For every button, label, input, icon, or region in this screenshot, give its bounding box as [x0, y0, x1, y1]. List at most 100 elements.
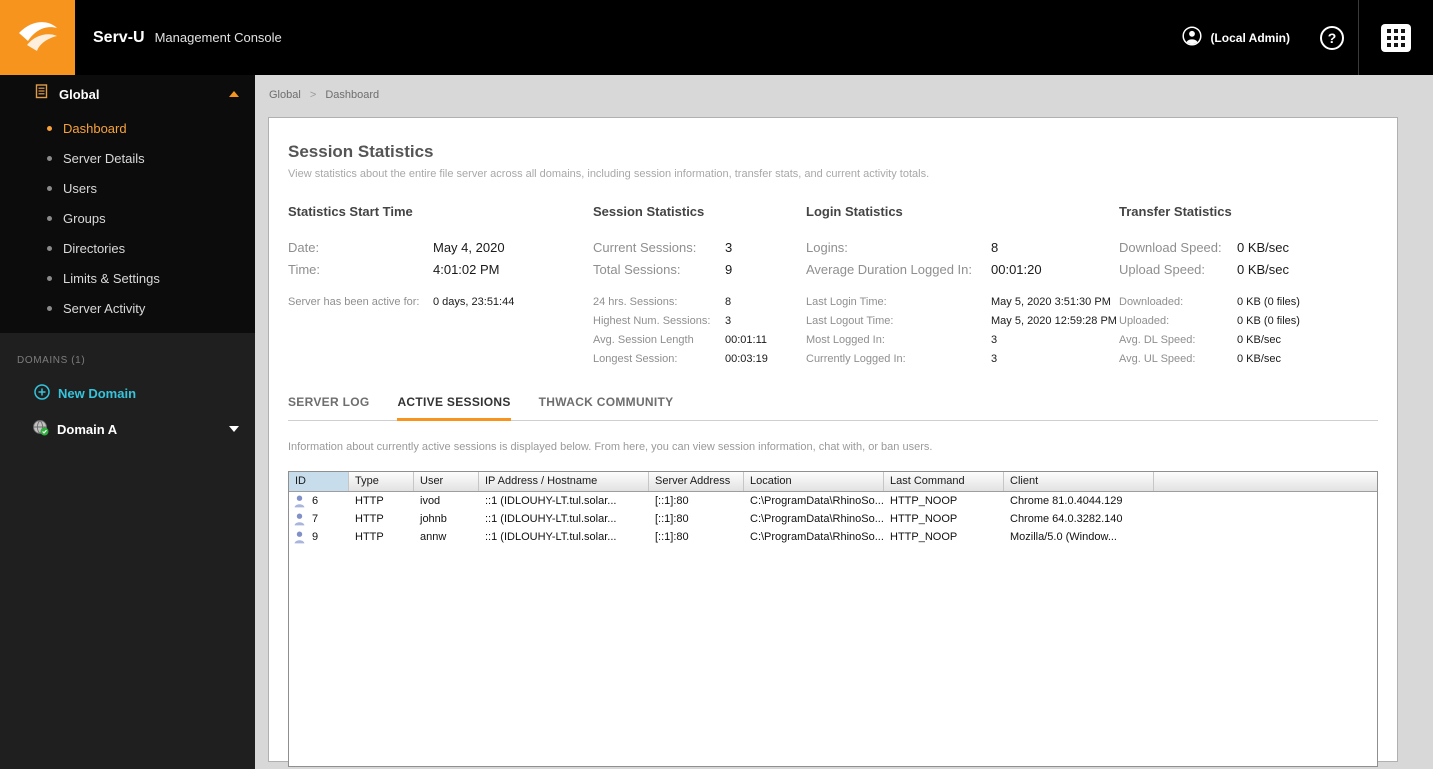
app-subtitle: Management Console [154, 29, 282, 45]
table-row[interactable]: 9 HTTP annw ::1 (IDLOUHY-LT.tul.solar...… [289, 528, 1377, 546]
sidebar-item[interactable]: Server Details [0, 143, 255, 173]
table-row[interactable]: 6 HTTP ivod ::1 (IDLOUHY-LT.tul.solar...… [289, 492, 1377, 510]
stat-label: Date: [288, 240, 320, 255]
stat-row: Download Speed: 0 KB/sec [1119, 237, 1378, 259]
new-domain-button[interactable]: New Domain [0, 376, 255, 410]
stat-label: Upload Speed: [1119, 262, 1206, 277]
stat-label: Avg. DL Speed: [1119, 334, 1196, 346]
tab[interactable]: ACTIVE SESSIONS [397, 395, 511, 421]
page-title: Session Statistics [288, 142, 434, 161]
tab[interactable]: THWACK COMMUNITY [539, 395, 674, 421]
cell-ip-hostname: ::1 (IDLOUHY-LT.tul.solar... [485, 513, 617, 525]
page-description: View statistics about the entire file se… [288, 168, 930, 180]
stat-row: Current Sessions: 3 [593, 237, 806, 259]
stat-value: 0 days, 23:51:44 [433, 296, 515, 308]
tab-bar: SERVER LOG ACTIVE SESSIONS THWACK COMMUN… [288, 395, 1378, 421]
user-icon [294, 495, 305, 508]
stat-label: Server has been active for: [288, 296, 420, 308]
table-header-cell[interactable]: ID [289, 472, 349, 491]
stat-label: Total Sessions: [593, 262, 681, 277]
stat-value: 0 KB (0 files) [1237, 296, 1300, 308]
table-header-row: ID Type User IP Address / Hostname Serve… [289, 472, 1377, 492]
stat-label: Last Logout Time: [806, 315, 894, 327]
app-name: Serv-U [93, 28, 145, 46]
cell-ip-hostname: ::1 (IDLOUHY-LT.tul.solar... [485, 531, 617, 543]
solarwinds-logo[interactable] [0, 0, 75, 75]
bullet-icon [47, 155, 52, 161]
sidebar-item[interactable]: Directories [0, 233, 255, 263]
user-label: (Local Admin) [1210, 30, 1290, 45]
sidebar-item[interactable]: Groups [0, 203, 255, 233]
column-label: Location [750, 475, 792, 487]
cell-server-address: [::1]:80 [655, 531, 689, 543]
breadcrumb: Global > Dashboard [255, 75, 1433, 115]
sidebar-item[interactable]: Limits & Settings [0, 263, 255, 293]
table-header-cell[interactable]: Last Command [884, 472, 1004, 491]
bullet-icon [47, 245, 52, 251]
table-header-cell[interactable]: IP Address / Hostname [479, 472, 649, 491]
stat-row: Server has been active for: 0 days, 23:5… [288, 293, 593, 312]
stat-value: 3 [725, 240, 733, 255]
column-label: ID [295, 475, 306, 487]
breadcrumb-global[interactable]: Global [269, 89, 301, 101]
cell-last-command: HTTP_NOOP [890, 531, 958, 543]
stat-label: Downloaded: [1119, 296, 1184, 308]
table-header-cell[interactable]: Server Address [649, 472, 744, 491]
table-header-cell[interactable]: Type [349, 472, 414, 491]
stat-label: Highest Num. Sessions: [593, 315, 711, 327]
tab[interactable]: SERVER LOG [288, 395, 369, 421]
bullet-icon [47, 185, 52, 191]
stat-row: Last Logout Time: May 5, 2020 12:59:28 P… [806, 312, 1119, 331]
table-header-cell[interactable]: Client [1004, 472, 1154, 491]
stat-row: Currently Logged In: 3 [806, 350, 1119, 369]
stat-value: May 4, 2020 [433, 240, 505, 255]
stat-value: 8 [725, 296, 732, 308]
cell-user: johnb [420, 513, 447, 525]
column-label: Type [355, 475, 379, 487]
cell-last-command: HTTP_NOOP [890, 513, 958, 525]
sidebar-item[interactable]: Users [0, 173, 255, 203]
cell-id: 9 [289, 531, 349, 544]
stat-row: Date: May 4, 2020 [288, 237, 593, 259]
stats-column-session: Session Statistics Current Sessions: 3 T… [593, 204, 806, 369]
user-icon [294, 531, 305, 544]
stats-column-title: Transfer Statistics [1119, 204, 1232, 219]
stat-value: 3 [991, 334, 998, 346]
stat-row: Total Sessions: 9 [593, 259, 806, 281]
stat-label: Current Sessions: [593, 240, 697, 255]
stat-label: Uploaded: [1119, 315, 1170, 327]
cell-type: HTTP [355, 513, 384, 525]
top-bar: Serv-U Management Console (Local Admin) … [0, 0, 1433, 75]
stat-row: 24 hrs. Sessions: 8 [593, 293, 806, 312]
table-header-cell[interactable]: Location [744, 472, 884, 491]
cell-client: Chrome 64.0.3282.140 [1010, 513, 1123, 525]
stat-value: 3 [991, 353, 998, 365]
global-nav-group: Global Dashboard Server Details Users Gr… [0, 75, 255, 333]
stat-value: May 5, 2020 12:59:28 PM [991, 315, 1117, 327]
globe-icon [32, 419, 49, 439]
apps-grid-button[interactable] [1358, 0, 1433, 75]
stat-row: Upload Speed: 0 KB/sec [1119, 259, 1378, 281]
chevron-down-icon [229, 426, 239, 432]
sidebar-item[interactable]: Server Activity [0, 293, 255, 323]
table-header-cell[interactable]: User [414, 472, 479, 491]
stat-label: Most Logged In: [806, 334, 885, 346]
help-icon: ? [1327, 29, 1337, 46]
stat-row: Most Logged In: 3 [806, 331, 1119, 350]
cell-last-command: HTTP_NOOP [890, 495, 958, 507]
table-row[interactable]: 7 HTTP johnb ::1 (IDLOUHY-LT.tul.solar..… [289, 510, 1377, 528]
help-button[interactable]: ? [1320, 25, 1344, 50]
stat-row: Avg. Session Length 00:01:11 [593, 331, 806, 350]
sidebar-item[interactable]: Dashboard [0, 113, 255, 143]
tab-label: SERVER LOG [288, 395, 370, 409]
stats-column-transfer: Transfer Statistics Download Speed: 0 KB… [1119, 204, 1378, 369]
column-label: User [420, 475, 444, 487]
cell-user: ivod [420, 495, 441, 507]
stat-label: Logins: [806, 240, 848, 255]
stat-row: Highest Num. Sessions: 3 [593, 312, 806, 331]
sidebar-item-global[interactable]: Global [0, 75, 255, 113]
breadcrumb-current: Dashboard [325, 89, 380, 101]
user-menu[interactable]: (Local Admin) [1182, 26, 1290, 49]
sidebar-item-domain-a[interactable]: Domain A [0, 410, 255, 448]
stat-value: 0 KB (0 files) [1237, 315, 1300, 327]
